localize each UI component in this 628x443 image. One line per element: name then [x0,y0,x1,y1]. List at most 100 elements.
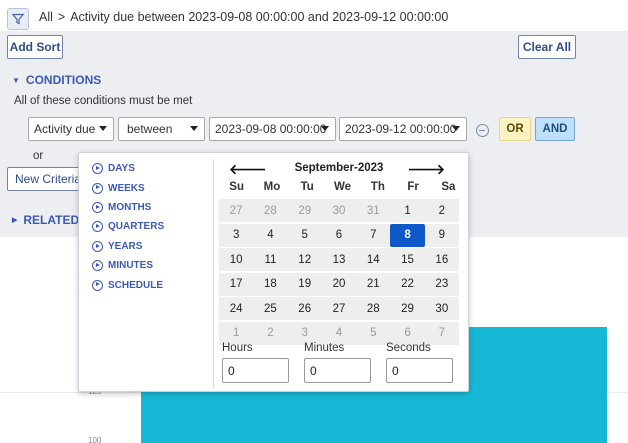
new-criteria-button[interactable]: New Criteria [7,167,83,191]
option-days[interactable]: DAYS [92,159,164,178]
seconds-label: Seconds [386,342,431,354]
breadcrumb-root[interactable]: All [39,10,53,24]
option-schedule[interactable]: SCHEDULE [92,275,164,294]
caret-right-icon: ▶ [12,217,18,224]
calendar-day[interactable]: 25 [253,297,288,320]
chevron-down-icon [321,126,329,131]
to-date-value: 2023-09-12 00:00:00 [345,122,457,136]
filter-toggle-button[interactable] [7,8,29,30]
calendar-header: 🡐 September-2023 🡒 [219,161,459,177]
play-circle-icon [92,182,103,194]
play-circle-icon [92,163,103,175]
calendar-day[interactable]: 3 [219,223,254,247]
breadcrumb-current[interactable]: Activity due between 2023-09-08 00:00:00… [70,10,448,24]
calendar-day[interactable]: 10 [219,248,254,271]
operator-select[interactable]: between [118,117,205,141]
calendar-day[interactable]: 13 [321,248,357,271]
date-picker-popup: DAYS WEEKS MONTHS QUARTERS YEARS MINUTES SCHED… [78,152,469,392]
calendar-day[interactable]: 24 [219,297,254,320]
calendar-day[interactable]: 30 [424,297,459,320]
calendar-day[interactable]: 28 [253,199,288,222]
weekday-label: Tu [300,181,314,193]
weekday-label: Sa [441,181,456,193]
calendar-day[interactable]: 31 [356,199,391,222]
weekday-label: Th [370,181,385,193]
calendar-day[interactable]: 21 [356,272,391,296]
conditions-header[interactable]: ▼ CONDITIONS [12,73,101,87]
calendar-day[interactable]: 30 [321,199,357,222]
calendar-day[interactable]: 17 [219,272,254,296]
calendar-day[interactable]: 12 [287,248,322,271]
option-quarters[interactable]: QUARTERS [92,217,164,236]
calendar-day[interactable]: 9 [424,223,459,247]
calendar-day[interactable]: 28 [356,297,391,320]
y-axis-tick: 100 [88,436,102,443]
play-circle-icon [92,260,103,272]
calendar-day[interactable]: 29 [390,297,425,320]
option-minutes[interactable]: MINUTES [92,256,164,275]
calendar-day[interactable]: 16 [424,248,459,271]
conditions-header-label: CONDITIONS [25,73,102,87]
next-month-icon[interactable]: 🡒 [407,161,445,178]
calendar-day[interactable]: 23 [424,272,459,296]
calendar-day[interactable]: 6 [321,223,357,247]
option-weeks[interactable]: WEEKS [92,178,164,197]
calendar-day[interactable]: 19 [287,272,322,296]
field-select[interactable]: Activity due [28,117,114,141]
filter-icon [12,13,24,25]
to-date-select[interactable]: 2023-09-12 00:00:00 [339,117,467,141]
or-button[interactable]: OR [499,117,531,141]
option-years[interactable]: YEARS [92,237,164,256]
chevron-down-icon [452,126,460,131]
hours-input[interactable]: 0 [222,358,289,383]
calendar-day[interactable]: 20 [321,272,357,296]
calendar-day[interactable]: 29 [287,199,322,222]
weekday-label: Fr [407,181,419,193]
or-separator: or [33,150,44,162]
weekday-label: Su [229,181,244,193]
play-circle-icon [92,240,103,252]
chevron-down-icon [99,126,107,131]
calendar-day[interactable]: 18 [253,272,288,296]
operator-select-value: between [127,122,173,136]
breadcrumb-bar: All > Activity due between 2023-09-08 00:0… [0,0,628,32]
and-button[interactable]: AND [535,117,575,141]
calendar-week-row: 10 11 12 13 14 15 16 [219,248,459,273]
calendar-day[interactable]: 1 [390,199,425,222]
calendar-day[interactable]: 5 [287,223,322,247]
hours-label: Hours [222,342,253,354]
from-date-select[interactable]: 2023-09-08 00:00:00 [209,117,336,141]
conditions-description: All of these conditions must be met [14,95,193,107]
play-circle-icon [92,279,103,291]
remove-condition-icon[interactable] [476,124,489,137]
calendar-day[interactable]: 27 [321,297,357,320]
clear-all-button[interactable]: Clear All [518,35,576,59]
option-label: DAYS [108,163,135,175]
option-label: QUARTERS [108,221,165,233]
calendar-day-selected[interactable]: 8 [390,223,425,247]
option-months[interactable]: MONTHS [92,198,164,217]
minutes-label: Minutes [304,342,345,354]
weekday-label: We [334,181,352,193]
calendar-week-row: 27 28 29 30 31 1 2 [219,199,459,224]
add-sort-button[interactable]: Add Sort [7,35,63,59]
calendar-day[interactable]: 14 [356,248,391,271]
calendar-day[interactable]: 15 [390,248,425,271]
calendar-day[interactable]: 27 [219,199,254,222]
calendar-day[interactable]: 26 [287,297,322,320]
calendar-day[interactable]: 11 [253,248,288,271]
calendar-day[interactable]: 22 [390,272,425,296]
divider [213,159,214,389]
minutes-input[interactable]: 0 [304,358,371,383]
play-circle-icon [92,201,103,213]
calendar-grid: 27 28 29 30 31 1 2 3 4 5 6 7 8 9 10 11 12 13 14 15 16 17 18 19 2… [219,199,459,346]
calendar-week-row: 24 25 26 27 28 29 30 [219,297,459,322]
option-label: YEARS [108,240,143,252]
calendar-day[interactable]: 2 [253,321,288,345]
option-label: MINUTES [108,260,153,272]
calendar-day[interactable]: 7 [356,223,391,247]
seconds-input[interactable]: 0 [386,358,453,383]
calendar-day[interactable]: 2 [424,199,459,222]
calendar-day[interactable]: 4 [253,223,288,247]
calendar-week-row: 17 18 19 20 21 22 23 [219,272,459,298]
